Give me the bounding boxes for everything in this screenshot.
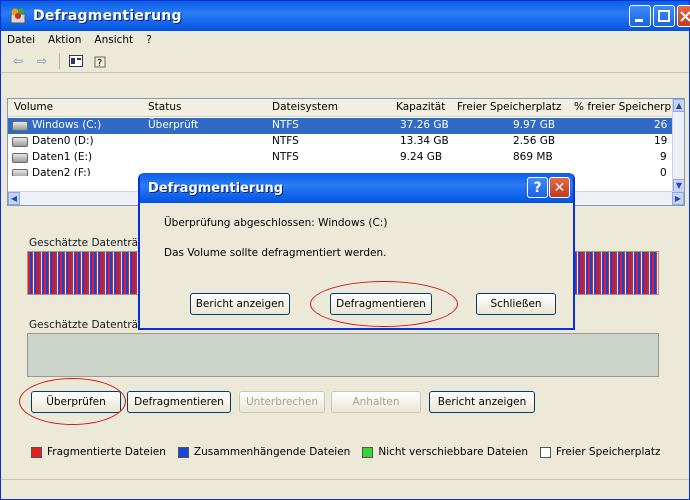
- highlight-circle-defragment: [310, 281, 458, 327]
- menu-aktion[interactable]: Aktion: [48, 34, 81, 46]
- drive-icon: [12, 153, 28, 163]
- view-report-button[interactable]: Bericht anzeigen: [429, 391, 535, 413]
- volume-free: 869 MB: [513, 151, 553, 163]
- defrag-app-icon: [9, 7, 27, 25]
- window-title: Defragmentierung: [33, 8, 182, 24]
- scroll-right-icon[interactable]: ▶: [672, 192, 684, 205]
- dialog-close-text-button[interactable]: Schließen: [476, 293, 556, 315]
- properties-icon[interactable]: [67, 52, 85, 70]
- legend-item-free-space: Freier Speicherplatz: [540, 446, 660, 458]
- menu-ansicht[interactable]: Ansicht: [94, 34, 133, 46]
- swatch-blue: [177, 446, 189, 458]
- swatch-white: [540, 446, 552, 458]
- volume-row[interactable]: Daten1 (E:) NTFS 9.24 GB 869 MB 9: [8, 150, 684, 166]
- menu-bar: Datei Aktion Ansicht ?: [1, 31, 689, 49]
- volume-name: Windows (C:): [32, 119, 102, 131]
- forward-arrow-icon[interactable]: ⇨: [33, 52, 51, 70]
- defrag-window: Defragmentierung Datei Aktion Ansicht ? …: [0, 0, 690, 500]
- column-header-capacity[interactable]: Kapazität: [396, 101, 445, 113]
- volume-name: Daten2 (F:): [32, 167, 91, 176]
- svg-text:?: ?: [97, 58, 102, 69]
- maximize-button[interactable]: [653, 5, 675, 27]
- legend: Fragmentierte Dateien Zusammenhängende D…: [31, 446, 672, 458]
- menu-help[interactable]: ?: [146, 34, 152, 46]
- volume-row[interactable]: Windows (C:) Überprüft NTFS 37.26 GB 9.9…: [8, 118, 684, 134]
- minimize-button[interactable]: [629, 5, 651, 27]
- status-bar: [1, 479, 689, 499]
- swatch-green: [362, 446, 374, 458]
- list-header: Volume Status Dateisystem Kapazität Frei…: [8, 99, 684, 117]
- dialog-view-report-button[interactable]: Bericht anzeigen: [190, 293, 290, 315]
- scroll-up-icon[interactable]: ▲: [673, 99, 684, 112]
- column-header-filesystem[interactable]: Dateisystem: [272, 101, 338, 113]
- close-button[interactable]: [677, 5, 690, 27]
- stop-button[interactable]: Anhalten: [331, 391, 421, 413]
- drive-icon: [12, 169, 28, 176]
- legend-item-unmovable: Nicht verschiebbare Dateien: [362, 446, 528, 458]
- legend-item-contiguous: Zusammenhängende Dateien: [177, 446, 351, 458]
- volume-free: 2.56 GB: [513, 135, 556, 147]
- drive-icon: [12, 137, 28, 147]
- vertical-scrollbar[interactable]: ▲ ▼: [672, 99, 684, 193]
- dialog-message-line2: Das Volume sollte defragmentiert werden.: [164, 247, 387, 259]
- toolbar-separator: [59, 52, 60, 69]
- dialog-help-button[interactable]: ?: [527, 177, 548, 198]
- dialog-message-line1: Überprüfung abgeschlossen: Windows (C:): [164, 217, 388, 229]
- menu-datei[interactable]: Datei: [7, 34, 35, 46]
- volume-capacity: 13.34 GB: [400, 135, 449, 147]
- before-usage-label: Geschätzte Datenträg: [29, 237, 145, 249]
- legend-label: Fragmentierte Dateien: [47, 446, 166, 458]
- volume-free: 9.97 GB: [513, 119, 556, 131]
- swatch-red: [31, 446, 42, 458]
- after-usage-label: Geschätzte Datenträg: [29, 319, 145, 331]
- drive-icon: [12, 121, 28, 131]
- volume-capacity: 9.24 GB: [400, 151, 443, 163]
- defragment-button[interactable]: Defragmentieren: [127, 391, 231, 413]
- back-arrow-icon[interactable]: ⇦: [9, 52, 27, 70]
- help-icon[interactable]: ?: [91, 52, 109, 70]
- result-dialog: Defragmentierung ? ✕ Überprüfung abgesch…: [138, 173, 575, 330]
- legend-label: Nicht verschiebbare Dateien: [378, 446, 529, 458]
- volume-filesystem: NTFS: [272, 135, 299, 147]
- dialog-close-button[interactable]: ✕: [549, 177, 570, 198]
- after-usage-bar: [27, 333, 659, 377]
- volume-filesystem: NTFS: [272, 151, 299, 163]
- column-header-free-percent[interactable]: % freier Speicherpla: [574, 101, 681, 113]
- volume-free-percent: 9: [660, 151, 667, 163]
- legend-label: Zusammenhängende Dateien: [193, 446, 351, 458]
- legend-label: Freier Speicherplatz: [556, 446, 661, 458]
- dialog-title: Defragmentierung: [140, 173, 573, 203]
- scroll-left-icon[interactable]: ◀: [8, 192, 20, 205]
- volume-free-percent: 19: [654, 135, 668, 147]
- volume-capacity: 37.26 GB: [400, 119, 449, 131]
- title-bar: Defragmentierung: [1, 1, 690, 31]
- volume-filesystem: NTFS: [272, 119, 299, 131]
- volume-row[interactable]: Daten0 (D:) NTFS 13.34 GB 2.56 GB 19: [8, 134, 684, 150]
- column-header-status[interactable]: Status: [148, 101, 181, 113]
- column-header-volume[interactable]: Volume: [14, 101, 53, 113]
- volume-status: Überprüft: [148, 119, 199, 131]
- column-header-free-space[interactable]: Freier Speicherplatz: [457, 101, 561, 113]
- volume-free-percent: 26: [654, 119, 668, 131]
- volume-name: Daten1 (E:): [32, 151, 93, 163]
- highlight-circle-analyze: [19, 378, 126, 425]
- volume-free-percent: 0: [660, 167, 667, 176]
- volume-name: Daten0 (D:): [32, 135, 94, 147]
- pause-button[interactable]: Unterbrechen: [239, 391, 325, 413]
- toolbar: ⇦ ⇨ ?: [1, 49, 689, 73]
- legend-item-fragmented: Fragmentierte Dateien: [31, 446, 166, 458]
